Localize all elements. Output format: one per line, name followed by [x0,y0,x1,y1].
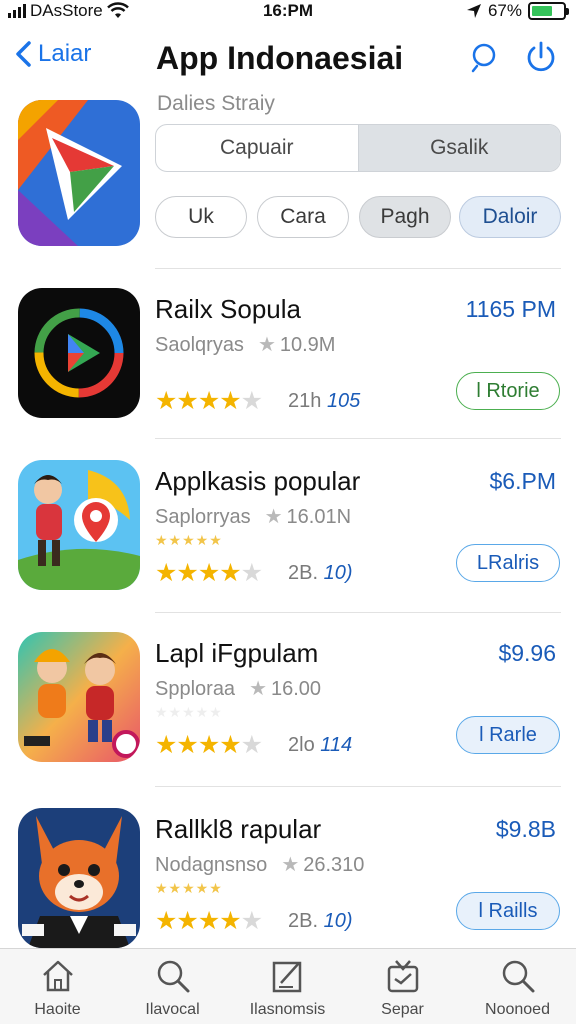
rating-stars: ★★★★★ [155,907,263,935]
featured-app-icon[interactable] [18,100,140,246]
tab-inbox[interactable]: Separ [345,957,460,1019]
segment-option-selected[interactable]: Gsalik [357,125,560,171]
app-price: $9.8B [495,816,556,842]
faint-stars: ★★★★★ [155,704,223,720]
battery-percent: 67% [487,1,522,20]
tab-edit[interactable]: Ilasnomsis [230,957,345,1019]
tab-label: Separ [381,1001,424,1018]
app-size: 16.01N [286,506,352,528]
rating-count: 105 [326,390,361,412]
app-row[interactable]: Railx Sopula Saolqryas ★ 10.9M ★★★★★ 21h 1… [0,288,576,458]
faint-stars: ★★★★★ [155,880,223,896]
tab-search-2[interactable]: Noonoed [460,957,575,1019]
filter-chip[interactable]: Pagh [359,196,451,238]
rating-meta-prefix: 21h [288,390,322,412]
tab-label: Ilavocal [145,1001,200,1018]
tab-home[interactable]: Haoite [0,957,115,1019]
rating-count: 10) [323,910,353,932]
app-price: $9.96 [498,640,556,666]
rating-stars: ★★★★★ [155,731,263,759]
get-button[interactable]: l Raills [456,892,560,930]
tab-label: Noonoed [485,1001,550,1018]
back-label: Laiar [38,40,92,67]
power-icon[interactable] [524,40,558,74]
app-developer: Nodagnsnso [155,854,268,876]
segment-option[interactable]: Capuair [156,125,358,171]
app-developer: Saolqryas [155,334,244,356]
status-right: 67% [466,1,569,21]
chevron-left-icon [16,41,31,67]
star-icon: ★ [249,678,267,700]
battery-icon [528,2,569,20]
star-icon: ★ [264,506,283,528]
navigation-bar: Laiar App Indonaesiai [0,34,576,84]
get-button[interactable]: l Rarle [456,716,560,754]
page-title: App Indonaesiai [156,40,404,76]
fox-character-icon [18,808,140,948]
app-price: 1165 PM [465,296,556,322]
rating-stars: ★★★★★ [155,387,263,415]
edit-icon [272,961,301,993]
app-name: Lapl iFgpulam [155,638,319,668]
play-ring-icon [18,288,140,418]
filter-chip[interactable]: Uk [155,196,247,238]
app-developer-size: Saplorryas ★ 16.01N [155,504,351,529]
rating-count: 10) [323,562,353,584]
status-bar: DAsStore 16:PM 67% [0,0,576,24]
home-icon [42,960,73,992]
app-developer: Spploraa [155,678,236,700]
filter-chip[interactable]: Cara [257,196,349,238]
divider [155,786,561,787]
faint-stars: ★★★★★ [155,532,223,548]
segmented-control: Capuair Gsalik [155,124,561,172]
app-row[interactable]: Applkasis popular Saplorryas ★ 16.01N ★★★★… [0,460,576,630]
star-icon: ★ [281,854,300,876]
filter-chips: Uk Cara Pagh Daloir [155,196,561,238]
star-icon: ★ [257,334,276,356]
app-developer-size: Saolqryas ★ 10.9M [155,332,335,357]
section-subtitle: Dalies Straiy [157,92,275,115]
app-developer-size: Nodagnsnso ★ 26.310 [155,852,364,877]
app-size: 16.00 [271,678,322,700]
rating-meta: 2B. 10) [288,910,353,933]
divider [155,268,561,269]
rating-count: 114 [320,734,353,756]
kids-characters-icon [18,632,140,762]
rating-meta: 21h 105 [288,390,360,413]
get-button[interactable]: LRalris [456,544,560,582]
rating-meta-prefix: 2B. [288,562,319,584]
rating-meta-prefix: 2lo [288,734,315,756]
tab-bar: Haoite Ilavocal Ilasnomsis Separ Noonoed [0,948,576,1024]
rating-meta: 2lo 114 [288,734,352,757]
tab-label: Haoite [34,1001,81,1018]
inbox-icon [387,960,418,993]
get-button[interactable]: l Rtorie [456,372,560,410]
divider [155,612,561,613]
search-icon [157,960,189,993]
search-icon[interactable] [468,40,502,74]
rating-meta: 2B. 10) [288,562,353,585]
rating-meta-prefix: 2B. [288,910,319,932]
search-icon [502,960,534,993]
app-size: 26.310 [303,854,365,876]
app-name: Railx Sopula [155,294,301,324]
back-button[interactable]: Laiar [14,40,91,68]
app-name: Applkasis popular [155,466,361,496]
filter-chip-selected[interactable]: Daloir [459,196,561,238]
tab-label: Ilasnomsis [249,1001,326,1018]
app-developer: Saplorryas [155,506,251,528]
app-row[interactable]: Lapl iFgpulam Spploraa ★ 16.00 ★★★★★ ★★★★★… [0,632,576,802]
tab-search[interactable]: Ilavocal [115,957,230,1019]
location-icon [466,4,481,18]
app-price: $6.PM [489,468,556,494]
app-size: 10.9M [279,334,336,356]
rating-stars: ★★★★★ [155,559,263,587]
app-name: Rallkl8 rapular [155,814,322,844]
app-developer-size: Spploraa ★ 16.00 [155,676,321,701]
divider [155,438,561,439]
map-pin-character-icon [18,460,140,590]
